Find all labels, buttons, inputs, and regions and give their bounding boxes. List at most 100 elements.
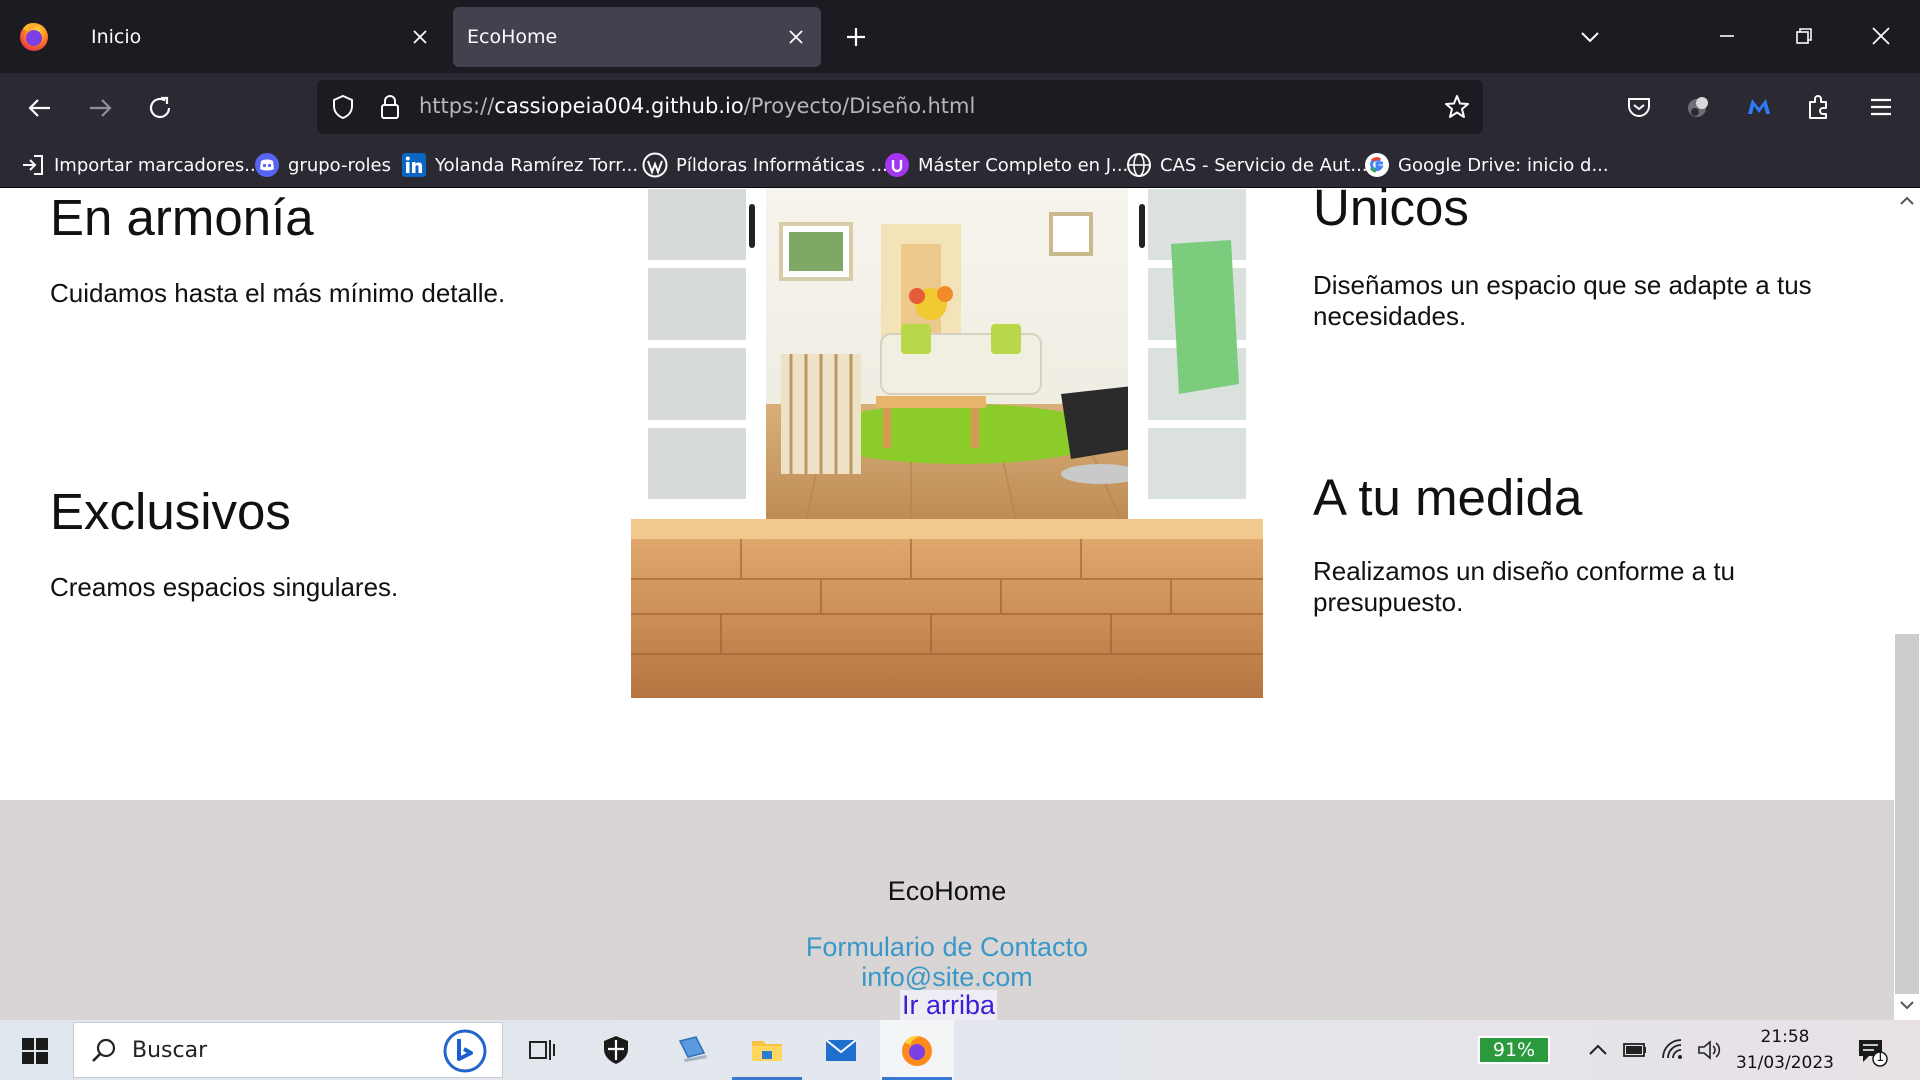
feature-text-a-tu-medida: Realizamos un diseño conforme a tu presu… <box>1313 556 1736 617</box>
taskbar-firefox[interactable] <box>880 1020 954 1080</box>
new-tab-icon[interactable] <box>844 25 868 49</box>
close-window-icon[interactable] <box>1870 25 1892 47</box>
bookmark-label: grupo-roles <box>288 154 391 176</box>
udemy-icon <box>885 153 909 177</box>
feature-title-exclusivos: Exclusivos <box>50 483 291 540</box>
bookmark-label: Yolanda Ramírez Torr... <box>435 154 639 176</box>
page-viewport: En armonía Cuidamos hasta el más mínimo … <box>0 188 1894 1020</box>
linkedin-icon <box>402 153 426 177</box>
bookmark-label: Importar marcadores... <box>54 154 262 176</box>
search-icon <box>92 1038 116 1062</box>
tab-inicio[interactable]: Inicio <box>73 7 445 67</box>
firefox-icon <box>902 1036 932 1066</box>
hamburger-menu-icon[interactable] <box>1866 92 1896 122</box>
bookmark-pildoras[interactable]: Píldoras Informáticas ... <box>642 150 888 180</box>
mail-icon <box>825 1039 857 1061</box>
email-link-label[interactable]: info@site.com <box>861 962 1032 992</box>
tracking-protection-shield-icon[interactable] <box>330 94 356 120</box>
battery-icon[interactable] <box>1622 1037 1648 1063</box>
scroll-up-icon[interactable] <box>1898 192 1916 210</box>
wifi-icon[interactable] <box>1660 1037 1686 1063</box>
clock-date: 31/03/2023 <box>1736 1053 1834 1073</box>
task-view-icon <box>529 1040 555 1060</box>
feature-title-en-armonia: En armonía <box>50 189 314 246</box>
bookmark-master[interactable]: Máster Completo en J... <box>884 150 1128 180</box>
browser-tabstrip: Inicio EcoHome <box>0 0 1920 73</box>
bookmark-label: CAS - Servicio de Aut... <box>1160 154 1368 176</box>
notification-center-button[interactable]: 1 <box>1856 1036 1888 1068</box>
taskbar-search-box[interactable]: Buscar <box>73 1022 503 1078</box>
task-view-button[interactable] <box>504 1020 578 1080</box>
back-to-top-link[interactable]: Ir arriba <box>900 990 998 1020</box>
contact-form-link-label[interactable]: Formulario de Contacto <box>806 932 1088 962</box>
forward-arrow-icon[interactable] <box>85 93 115 123</box>
page-footer: EcoHome Formulario de Contacto info@site… <box>0 800 1894 1020</box>
url-scheme: https:// <box>419 94 495 118</box>
notification-count: 1 <box>1876 1050 1885 1065</box>
import-icon <box>23 155 43 175</box>
feature-text-en-armonia: Cuidamos hasta el más mínimo detalle. <box>50 278 506 308</box>
minimize-window-icon[interactable] <box>1716 25 1738 47</box>
restore-window-icon[interactable] <box>1793 25 1815 47</box>
close-tab-icon[interactable] <box>409 26 431 48</box>
taskbar-computer-app[interactable] <box>656 1020 730 1080</box>
wordpress-icon <box>642 152 668 178</box>
reload-icon[interactable] <box>145 93 175 123</box>
feature-text-unicos: Diseñamos un espacio que se adapte a tus… <box>1313 270 1812 331</box>
malwarebytes-icon[interactable] <box>1744 92 1774 122</box>
page-scrollbar[interactable] <box>1894 188 1920 1020</box>
url-text[interactable]: https://cassiopeia004.github.io/Proyecto… <box>419 94 975 118</box>
windows-start-icon[interactable] <box>21 1037 49 1065</box>
back-arrow-icon[interactable] <box>25 93 55 123</box>
taskbar-clock[interactable]: 21:58 31/03/2023 <box>1730 1024 1840 1076</box>
shield-icon <box>604 1036 628 1064</box>
scrollbar-thumb[interactable] <box>1895 634 1919 994</box>
feature-text-exclusivos: Creamos espacios singulares. <box>50 572 399 602</box>
chevron-up-icon[interactable] <box>1585 1037 1611 1063</box>
close-tab-icon[interactable] <box>785 26 807 48</box>
taskbar-security-app[interactable] <box>579 1020 653 1080</box>
discord-icon <box>255 153 279 177</box>
firefox-menu-icon[interactable] <box>17 19 51 53</box>
globe-icon <box>1127 153 1151 177</box>
taskbar-mail[interactable] <box>804 1020 878 1080</box>
volume-icon[interactable] <box>1696 1037 1722 1063</box>
extensions-puzzle-icon[interactable] <box>1804 92 1834 122</box>
computer-icon <box>678 1036 707 1062</box>
feature-title-unicos: Unicos <box>1313 188 1469 236</box>
navigation-toolbar: https://cassiopeia004.github.io/Proyecto… <box>0 73 1920 142</box>
bookmark-grupo-roles[interactable]: grupo-roles <box>254 150 391 180</box>
extension-icon[interactable] <box>1684 92 1714 122</box>
contact-form-link[interactable]: Formulario de Contacto <box>0 932 1894 963</box>
footer-brand: EcoHome <box>887 876 1007 906</box>
url-path: /Proyecto/Diseño.html <box>743 94 976 118</box>
windows-taskbar: Buscar 91% 21:58 31/03/2023 1 <box>0 1020 1920 1080</box>
bing-icon[interactable] <box>442 1028 488 1074</box>
feature-title-a-tu-medida: A tu medida <box>1313 469 1583 526</box>
address-bar[interactable]: https://cassiopeia004.github.io/Proyecto… <box>317 80 1483 134</box>
email-link[interactable]: info@site.com <box>0 962 1894 993</box>
taskbar-file-explorer[interactable] <box>730 1020 804 1080</box>
google-icon <box>1365 153 1389 177</box>
bookmark-star-icon[interactable] <box>1443 93 1471 121</box>
bookmark-linkedin[interactable]: Yolanda Ramírez Torr... <box>401 150 638 180</box>
battery-percentage-badge[interactable]: 91% <box>1478 1036 1550 1064</box>
url-host: cassiopeia004.github.io <box>494 94 744 118</box>
clock-time: 21:58 <box>1760 1027 1810 1047</box>
search-placeholder: Buscar <box>132 1038 208 1063</box>
tab-label: Inicio <box>91 26 142 48</box>
bookmark-google-drive[interactable]: Google Drive: inicio d... <box>1364 150 1609 180</box>
folder-icon <box>752 1041 782 1061</box>
lock-icon[interactable] <box>377 93 403 121</box>
bookmark-label: Google Drive: inicio d... <box>1398 154 1609 176</box>
pocket-icon[interactable] <box>1624 92 1654 122</box>
bookmark-label: Píldoras Informáticas ... <box>676 154 888 176</box>
chevron-down-icon[interactable] <box>1579 26 1601 48</box>
living-room-photo <box>631 188 1263 698</box>
scroll-down-icon[interactable] <box>1898 996 1916 1014</box>
bookmark-cas[interactable]: CAS - Servicio de Aut... <box>1126 150 1368 180</box>
bookmarks-toolbar: Importar marcadores... grupo-roles Yolan… <box>0 142 1920 188</box>
bookmark-import[interactable]: Importar marcadores... <box>20 150 261 180</box>
tab-ecohome[interactable]: EcoHome <box>453 7 821 67</box>
tab-label: EcoHome <box>467 26 558 48</box>
